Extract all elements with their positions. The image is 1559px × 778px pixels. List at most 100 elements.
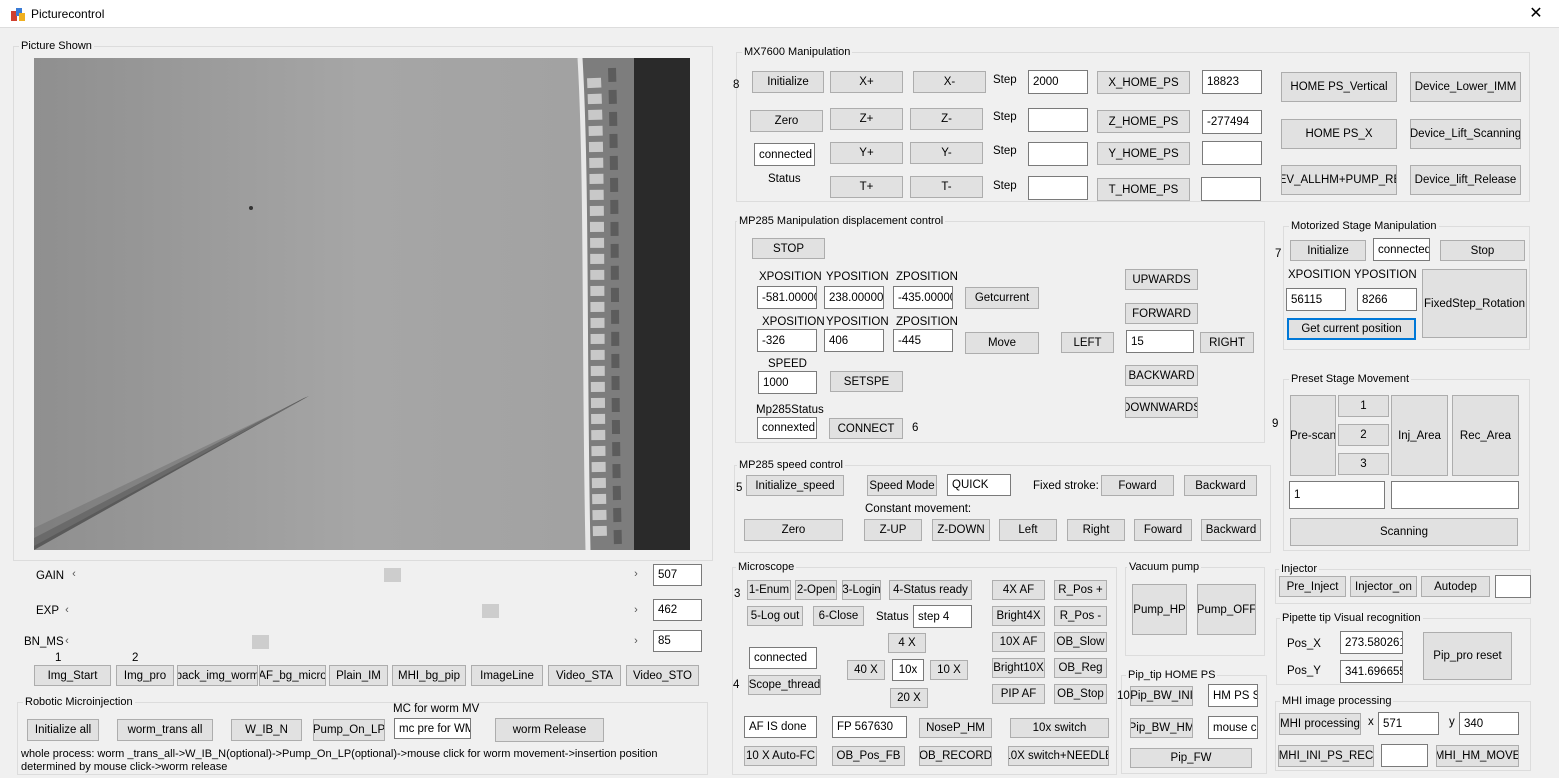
speed-input[interactable]: 1000 [758, 371, 817, 394]
4x-af-button[interactable]: 4X AF [992, 580, 1045, 600]
scroll-left-icon[interactable]: ‹ [59, 603, 75, 619]
mp285-step-input[interactable]: 15 [1126, 330, 1194, 353]
scope-thread-button[interactable]: Scope_thread [748, 675, 821, 695]
pre-scan-button[interactable]: Pre-scan [1290, 395, 1336, 476]
z-target-input[interactable]: -445 [893, 329, 953, 352]
fixed-foward-button[interactable]: Foward [1101, 475, 1174, 496]
speed-mode-button[interactable]: Speed Mode [867, 475, 937, 496]
status-ready-button[interactable]: 4-Status ready [889, 580, 972, 600]
10x-selected[interactable]: 10x [892, 659, 924, 681]
close-scope-button[interactable]: 6-Close [813, 606, 864, 626]
y-plus-button[interactable]: Y+ [830, 142, 903, 164]
ob-pos-fb-button[interactable]: OB_Pos_FB [832, 746, 905, 766]
mhi-hm-move-button[interactable]: MHI_HM_MOVE [1436, 745, 1519, 767]
x-minus-button[interactable]: X- [913, 71, 986, 93]
step-x-input[interactable]: 2000 [1028, 70, 1088, 94]
t-home-value[interactable] [1201, 177, 1261, 201]
imageline-button[interactable]: ImageLine [471, 665, 543, 686]
r-pos-minus-button[interactable]: R_Pos - [1054, 606, 1107, 626]
scroll-right-icon[interactable]: › [628, 603, 644, 619]
back-img-worm-button[interactable]: back_img_worm [177, 665, 258, 686]
exp-slider[interactable]: ‹ › [59, 603, 644, 619]
40x-button[interactable]: 40 X [847, 660, 885, 680]
pip-fw-button[interactable]: Pip_FW [1130, 748, 1252, 768]
10x-switch-needle-button[interactable]: 10X switch+NEEDLE [1008, 746, 1109, 766]
img-start-button[interactable]: Img_Start [34, 665, 111, 686]
video-sto-button[interactable]: Video_STO [626, 665, 699, 686]
const-left-button[interactable]: Left [999, 519, 1057, 541]
close-icon[interactable]: ✕ [1513, 0, 1559, 28]
z-home-ps-button[interactable]: Z_HOME_PS [1097, 110, 1190, 133]
mhi-processing-button[interactable]: MHI processing [1279, 713, 1361, 735]
mx-zero-button[interactable]: Zero [750, 110, 823, 132]
mx-initialize-button[interactable]: Initialize [752, 71, 824, 93]
bright4x-button[interactable]: Bright4X [992, 606, 1045, 626]
mhi-bg-pip-button[interactable]: MHI_bg_pip [392, 665, 466, 686]
t-minus-button[interactable]: T- [910, 176, 983, 198]
gain-slider[interactable]: ‹ › [66, 567, 644, 583]
fp-box[interactable]: FP 567630 [832, 716, 907, 738]
login-button[interactable]: 3-Login [842, 580, 881, 600]
4x-button[interactable]: 4 X [888, 633, 926, 653]
pump-hp-button[interactable]: Pump_HP [1132, 584, 1187, 635]
injector-value-box[interactable] [1495, 575, 1531, 598]
gain-slider-thumb[interactable] [383, 568, 401, 582]
mouse-click-box[interactable]: mouse cl [1208, 716, 1258, 739]
10x-af-button[interactable]: 10X AF [992, 632, 1045, 652]
img-pro-button[interactable]: Img_pro [116, 665, 174, 686]
nosep-hm-button[interactable]: NoseP_HM [919, 718, 992, 738]
auto-fc-button[interactable]: 10 X Auto-FC [744, 746, 817, 766]
preset-input-2[interactable] [1391, 481, 1519, 509]
initialize-speed-button[interactable]: Initialize_speed [746, 475, 844, 496]
bn-slider[interactable]: ‹ › [59, 634, 644, 650]
step-t-input[interactable] [1028, 176, 1088, 200]
w-ib-n-button[interactable]: W_IB_N [231, 719, 302, 741]
mhi-value-box[interactable] [1381, 744, 1428, 767]
y-home-value[interactable] [1202, 141, 1262, 165]
scroll-left-icon[interactable]: ‹ [59, 634, 75, 650]
pip-af-button[interactable]: PIP AF [992, 684, 1045, 704]
initialize-all-button[interactable]: Initialize all [27, 719, 99, 741]
z-plus-button[interactable]: Z+ [830, 108, 903, 130]
scanning-button[interactable]: Scanning [1290, 518, 1518, 546]
fixed-backward-button[interactable]: Backward [1184, 475, 1257, 496]
connect-button[interactable]: CONNECT [829, 418, 903, 439]
y-target-input[interactable]: 406 [824, 329, 884, 352]
worm-trans-all-button[interactable]: worm_trans all [117, 719, 213, 741]
af-done-box[interactable]: AF IS done [744, 716, 817, 738]
camera-image[interactable] [34, 58, 690, 550]
r-pos-plus-button[interactable]: R_Pos + [1054, 580, 1107, 600]
preset-1-button[interactable]: 1 [1338, 395, 1389, 417]
fixedstep-rotation-button[interactable]: FixedStep_Rotation [1422, 269, 1527, 338]
getcurrent-button[interactable]: Getcurrent [965, 287, 1039, 309]
const-right-button[interactable]: Right [1067, 519, 1125, 541]
mhi-ini-ps-rec-button[interactable]: MHI_INI_PS_REC [1278, 745, 1374, 767]
bn-slider-thumb[interactable] [251, 635, 269, 649]
mp285-status-box[interactable]: connexted [757, 417, 817, 439]
home-ps-vertical-button[interactable]: HOME PS_Vertical [1281, 72, 1397, 102]
ob-stop-button[interactable]: OB_Stop [1054, 684, 1107, 704]
pump-on-lp-button[interactable]: Pump_On_LP [313, 719, 385, 741]
gain-value[interactable]: 507 [653, 564, 702, 586]
pip-bw-ini-button[interactable]: Pip_BW_INI [1130, 686, 1193, 706]
bn-value[interactable]: 85 [653, 630, 702, 652]
move-button[interactable]: Move [965, 332, 1039, 354]
x-home-value[interactable]: 18823 [1202, 70, 1262, 94]
ob-reg-button[interactable]: OB_Reg [1054, 658, 1107, 678]
forward-button[interactable]: FORWARD [1125, 303, 1198, 324]
worm-release-button[interactable]: worm Release [495, 718, 604, 742]
scroll-right-icon[interactable]: › [628, 567, 644, 583]
z-home-value[interactable]: -277494 [1202, 110, 1262, 134]
device-lift-release-button[interactable]: Device_lift_Release [1410, 165, 1521, 195]
stage-y-input[interactable]: 8266 [1357, 288, 1417, 311]
speed-zero-button[interactable]: Zero [744, 519, 843, 541]
mx-status-box[interactable]: connected [754, 143, 815, 166]
right-button[interactable]: RIGHT [1200, 332, 1254, 353]
video-sta-button[interactable]: Video_STA [548, 665, 621, 686]
const-foward-button[interactable]: Foward [1134, 519, 1192, 541]
get-current-position-button[interactable]: Get current position [1287, 318, 1416, 340]
stage-x-input[interactable]: 56115 [1286, 288, 1346, 311]
z-current-input[interactable]: -435.00000 [893, 286, 953, 309]
stage-status-box[interactable]: connected [1373, 238, 1430, 261]
mc-input[interactable]: mc pre for WM [394, 718, 471, 739]
